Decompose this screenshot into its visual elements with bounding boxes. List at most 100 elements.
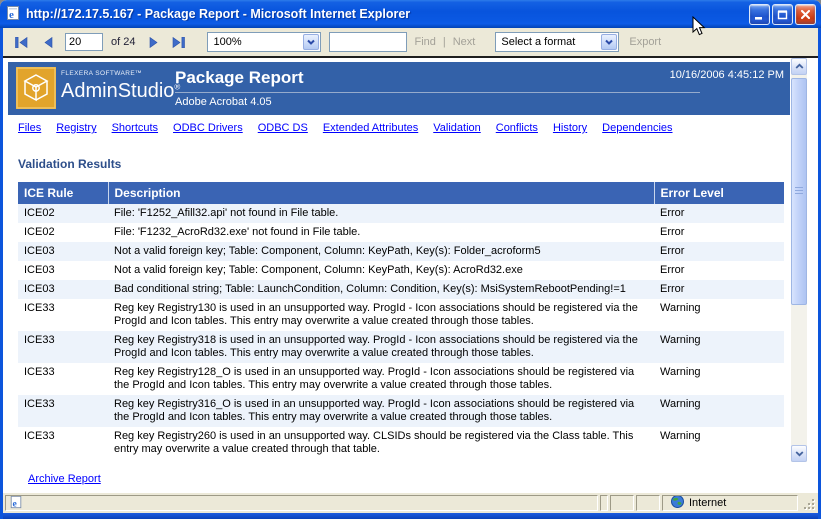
- error-level-cell: Error: [654, 261, 784, 280]
- nav-link-odbc-drivers[interactable]: ODBC Drivers: [173, 122, 243, 134]
- table-row: ICE33Reg key Registry130 is used in an u…: [18, 299, 784, 331]
- find-next-separator: |: [443, 36, 446, 48]
- last-page-button[interactable]: [172, 37, 185, 48]
- window-title: http://172.17.5.167 - Package Report - M…: [26, 7, 747, 21]
- brand-flexera-label: FLEXERA SOFTWARE™: [61, 71, 180, 78]
- description-cell: Reg key Registry260 is used in an unsupp…: [108, 427, 654, 459]
- section-title: Validation Results: [18, 157, 121, 171]
- scrollbar-thumb[interactable]: [791, 78, 807, 305]
- error-level-cell: Warning: [654, 395, 784, 427]
- chevron-down-icon[interactable]: [601, 34, 617, 50]
- status-pane: [636, 495, 660, 511]
- nav-link-registry[interactable]: Registry: [56, 122, 96, 134]
- page-title: Package Report: [175, 68, 720, 88]
- table-row: ICE02File: 'F1252_Afill32.api' not found…: [18, 204, 784, 223]
- column-header: Description: [108, 182, 654, 204]
- description-cell: Reg key Registry130 is used in an unsupp…: [108, 299, 654, 331]
- ice-rule-cell: ICE33: [18, 427, 108, 459]
- zoom-select[interactable]: 100%: [207, 32, 321, 52]
- ice-rule-cell: ICE33: [18, 363, 108, 395]
- nav-link-conflicts[interactable]: Conflicts: [496, 122, 538, 134]
- title-bar[interactable]: e http://172.17.5.167 - Package Report -…: [0, 0, 821, 28]
- export-button[interactable]: Export: [629, 36, 661, 48]
- minimize-button[interactable]: [749, 4, 770, 25]
- error-level-cell: Error: [654, 242, 784, 261]
- report-page: FLEXERA SOFTWARE™ AdminStudio® Package R…: [3, 58, 818, 493]
- error-level-cell: Warning: [654, 331, 784, 363]
- next-page-button[interactable]: [149, 37, 158, 48]
- status-bar: e Internet: [3, 493, 818, 513]
- svg-text:e: e: [13, 498, 18, 509]
- package-name: Adobe Acrobat 4.05: [175, 96, 720, 108]
- export-format-select[interactable]: Select a format: [495, 32, 619, 52]
- thumb-grip-icon: [795, 187, 803, 196]
- error-level-cell: Warning: [654, 299, 784, 331]
- find-text-input[interactable]: [329, 32, 407, 52]
- scroll-up-button[interactable]: [791, 58, 807, 75]
- ice-rule-cell: ICE02: [18, 223, 108, 242]
- svg-text:e: e: [9, 9, 14, 21]
- brand-adminstudio-label: AdminStudio: [61, 80, 174, 102]
- find-button[interactable]: Find: [414, 36, 435, 48]
- nav-link-odbc-ds[interactable]: ODBC DS: [258, 122, 308, 134]
- find-next-button[interactable]: Next: [453, 36, 476, 48]
- previous-page-button[interactable]: [44, 37, 53, 48]
- scroll-down-button[interactable]: [791, 445, 807, 462]
- table-row: ICE03Not a valid foreign key; Table: Com…: [18, 261, 784, 280]
- table-row: ICE03Bad conditional string; Table: Laun…: [18, 280, 784, 299]
- description-cell: Not a valid foreign key; Table: Componen…: [108, 261, 654, 280]
- status-zone-label: Internet: [689, 497, 726, 509]
- status-zone-pane: Internet: [662, 495, 798, 511]
- table-row: ICE02File: 'F1232_AcroRd32.exe' not foun…: [18, 223, 784, 242]
- first-page-button[interactable]: [15, 37, 28, 48]
- nav-link-history[interactable]: History: [553, 122, 587, 134]
- nav-link-dependencies[interactable]: Dependencies: [602, 122, 672, 134]
- table-row: ICE33Reg key Registry128_O is used in an…: [18, 363, 784, 395]
- adminstudio-logo-icon: [16, 67, 56, 109]
- description-cell: File: 'F1252_Afill32.api' not found in F…: [108, 204, 654, 223]
- archive-report-link[interactable]: Archive Report: [28, 473, 101, 485]
- error-level-cell: Error: [654, 204, 784, 223]
- nav-link-validation[interactable]: Validation: [433, 122, 481, 134]
- close-button[interactable]: [795, 4, 816, 25]
- description-cell: File: 'F1232_AcroRd32.exe' not found in …: [108, 223, 654, 242]
- report-scrollbar[interactable]: [791, 58, 807, 462]
- export-format-value: Select a format: [496, 36, 600, 48]
- ie-page-icon: e: [9, 495, 23, 511]
- report-title-block: Package Report Adobe Acrobat 4.05: [175, 68, 720, 108]
- ice-rule-cell: ICE03: [18, 261, 108, 280]
- ice-rule-cell: ICE03: [18, 280, 108, 299]
- scrollbar-track[interactable]: [791, 75, 807, 445]
- maximize-button[interactable]: [772, 4, 793, 25]
- column-header: Error Level: [654, 182, 784, 204]
- validation-results-table: ICE RuleDescriptionError Level ICE02File…: [18, 182, 784, 459]
- column-header: ICE Rule: [18, 182, 108, 204]
- table-header-row: ICE RuleDescriptionError Level: [18, 182, 784, 204]
- nav-link-extended-attributes[interactable]: Extended Attributes: [323, 122, 418, 134]
- description-cell: Reg key Registry128_O is used in an unsu…: [108, 363, 654, 395]
- chevron-down-icon[interactable]: [303, 34, 319, 50]
- resize-grip[interactable]: [800, 495, 816, 511]
- header-divider: [175, 92, 700, 93]
- report-datetime: 10/16/2006 4:45:12 PM: [670, 69, 784, 81]
- error-level-cell: Error: [654, 280, 784, 299]
- internet-globe-icon: [671, 495, 684, 511]
- description-cell: Reg key Registry318 is used in an unsupp…: [108, 331, 654, 363]
- nav-link-files[interactable]: Files: [18, 122, 41, 134]
- nav-link-shortcuts[interactable]: Shortcuts: [112, 122, 158, 134]
- description-cell: Bad conditional string; Table: LaunchCon…: [108, 280, 654, 299]
- report-toolbar: of 24 100% Find | Next Select a format: [3, 28, 818, 58]
- report-header-band: FLEXERA SOFTWARE™ AdminStudio® Package R…: [8, 62, 790, 115]
- error-level-cell: Error: [654, 223, 784, 242]
- page-number-input[interactable]: [65, 33, 103, 51]
- ice-rule-cell: ICE02: [18, 204, 108, 223]
- ice-rule-cell: ICE33: [18, 395, 108, 427]
- description-cell: Not a valid foreign key; Table: Componen…: [108, 242, 654, 261]
- status-pane: [600, 495, 608, 511]
- ice-rule-cell: ICE03: [18, 242, 108, 261]
- table-row: ICE33Reg key Registry316_O is used in an…: [18, 395, 784, 427]
- window-bottom-frame: [3, 513, 818, 519]
- brand-block: FLEXERA SOFTWARE™ AdminStudio®: [61, 71, 180, 101]
- table-row: ICE33Reg key Registry260 is used in an u…: [18, 427, 784, 459]
- status-main-pane: e: [5, 495, 598, 511]
